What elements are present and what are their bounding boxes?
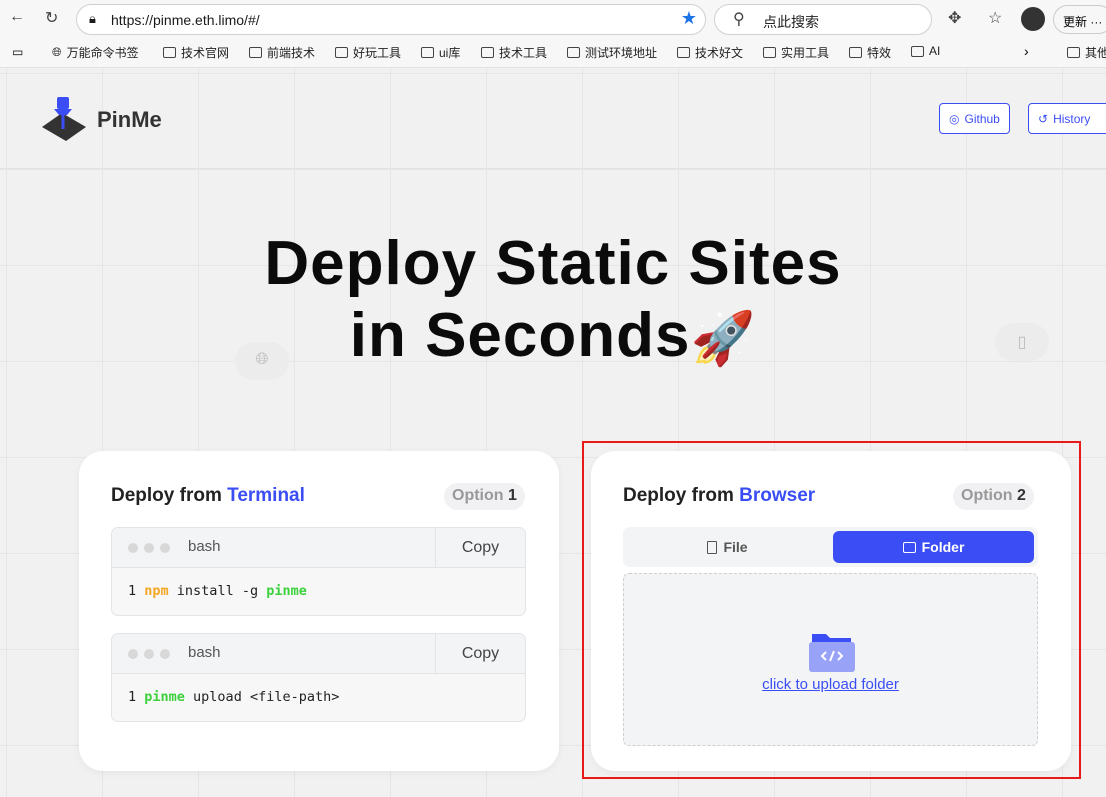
history-icon: ↺ — [1038, 111, 1049, 126]
code-lang: bash — [188, 644, 221, 661]
window-dot — [160, 543, 170, 553]
bookmark-label: 好玩工具 — [353, 46, 402, 60]
code-lang: bash — [188, 538, 221, 555]
folder-icon — [677, 47, 690, 58]
copy-button[interactable]: Copy — [435, 528, 525, 568]
code-block: bash Copy 1 pinme upload <file-path> — [111, 633, 526, 722]
folder-icon — [481, 47, 494, 58]
bookmark-label: 技术好文 — [695, 46, 744, 60]
line-number: 1 — [128, 689, 137, 705]
code-block: bash Copy 1 npm install -g pinme — [111, 527, 526, 616]
github-label: Github — [964, 111, 1000, 126]
bookmark-item[interactable]: 测试环境地址 — [567, 44, 657, 61]
history-button[interactable]: ↺ History — [1028, 103, 1106, 134]
header-divider — [0, 168, 1106, 169]
bookmark-item[interactable]: 技术官网 — [163, 44, 229, 61]
title-prefix: Deploy from — [111, 485, 228, 506]
update-label: 更新 — [1063, 15, 1088, 29]
code-token: install -g — [168, 583, 267, 599]
bookmark-item[interactable]: 🌐︎ 万能命令书签 — [52, 44, 139, 61]
window-dot — [128, 543, 138, 553]
avatar[interactable] — [1021, 7, 1045, 31]
extensions-icon[interactable]: ✥ — [948, 8, 961, 28]
folder-icon — [849, 47, 862, 58]
github-button[interactable]: ◎ Github — [939, 103, 1010, 134]
bookmark-label: 特效 — [867, 46, 892, 60]
bookmark-item[interactable]: 特效 — [849, 44, 891, 61]
folder-icon — [335, 47, 348, 58]
history-label: History — [1053, 111, 1091, 126]
rocket-icon: 🚀 — [690, 310, 757, 368]
url-text: https://pinme.eth.limo/#/ — [111, 12, 260, 28]
favorites-icon[interactable]: ☆ — [988, 8, 1002, 28]
reload-icon[interactable]: ↻ — [45, 8, 58, 28]
folder-icon — [1067, 47, 1080, 58]
bookmark-item[interactable]: ui库 — [421, 44, 460, 61]
folder-icon — [567, 47, 580, 58]
copy-button[interactable]: Copy — [435, 634, 525, 674]
option-badge: Option 1 — [444, 483, 525, 510]
brand-name: PinMe — [97, 107, 162, 132]
bookmark-item[interactable]: 前端技术 — [249, 44, 315, 61]
card-title: Deploy from Terminal — [111, 485, 305, 507]
browser-chrome: ← ↻ 🔒︎ https://pinme.eth.limo/#/ ★ ⚲ 点此搜… — [0, 0, 1106, 68]
folder-icon — [163, 47, 176, 58]
bookmark-item-other[interactable]: 其他 — [1067, 44, 1106, 61]
bookmark-item[interactable]: 技术好文 — [677, 44, 743, 61]
hero-text: in Seconds — [349, 301, 691, 370]
title-accent: Terminal — [227, 485, 305, 506]
bookmark-item[interactable]: 实用工具 — [763, 44, 829, 61]
code-line: 1 pinme upload <file-path> — [128, 689, 339, 705]
option-label: Option — [452, 487, 504, 504]
window-dot — [144, 543, 154, 553]
folder-icon — [763, 47, 776, 58]
bookmark-label: AI — [929, 44, 941, 58]
code-token: pinme — [266, 583, 307, 599]
pinme-logo — [42, 97, 86, 141]
bookmark-label: ui库 — [439, 46, 461, 60]
search-icon: ⚲ — [733, 11, 745, 28]
window-dot — [128, 649, 138, 659]
bookmark-label: 其他 — [1085, 46, 1106, 60]
bookmark-label: 万能命令书签 — [66, 46, 139, 60]
bookmark-label: 测试环境地址 — [585, 46, 658, 60]
bookmark-item[interactable]: 技术工具 — [481, 44, 547, 61]
code-token: upload <file-path> — [184, 689, 340, 705]
bookmark-label: 技术工具 — [499, 46, 548, 60]
option-number: 1 — [508, 487, 517, 504]
window-dot — [144, 649, 154, 659]
hero-title-line1: Deploy Static Sites — [264, 229, 842, 298]
github-icon: ◎ — [949, 111, 960, 126]
address-bar[interactable]: 🔒︎ https://pinme.eth.limo/#/ ★ — [76, 4, 706, 35]
bookmark-label: 实用工具 — [781, 46, 830, 60]
folder-icon — [249, 47, 262, 58]
update-button[interactable]: 更新 ··· — [1053, 5, 1106, 34]
code-token: npm — [144, 583, 169, 599]
bookmark-label: 技术官网 — [181, 46, 230, 60]
folder-icon — [911, 45, 924, 57]
terminal-card: Deploy from Terminal Option 1 bash Copy … — [79, 451, 559, 771]
bookmark-item[interactable]: AI — [911, 44, 940, 58]
code-line: 1 npm install -g pinme — [128, 583, 307, 599]
folder-icon — [421, 47, 434, 58]
tabs-icon[interactable]: ▭ — [12, 45, 23, 59]
bookmark-label: 前端技术 — [267, 46, 316, 60]
back-icon[interactable]: ← — [9, 8, 25, 26]
highlight-box — [582, 441, 1081, 779]
hero-title-line2: in Seconds🚀 — [0, 300, 1106, 371]
window-dot — [160, 649, 170, 659]
bookmark-item[interactable]: 好玩工具 — [335, 44, 401, 61]
search-box[interactable]: ⚲ 点此搜索 — [714, 4, 932, 35]
globe-icon: 🌐︎ — [52, 45, 62, 59]
search-placeholder: 点此搜索 — [763, 14, 819, 30]
chevron-right-icon[interactable]: › — [1024, 43, 1029, 59]
code-token: pinme — [144, 689, 185, 705]
lock-icon: 🔒︎ — [89, 11, 96, 26]
star-icon[interactable]: ★ — [681, 8, 697, 29]
line-number: 1 — [128, 583, 137, 599]
